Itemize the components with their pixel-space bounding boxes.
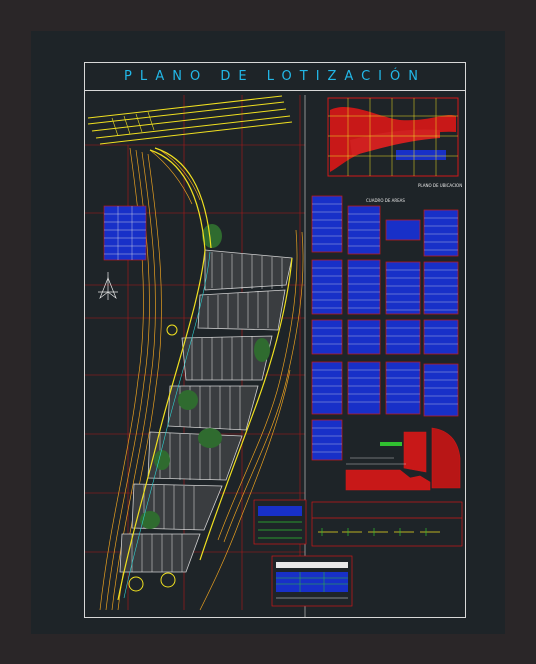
north-arrow-icon <box>98 272 118 300</box>
road-sections <box>345 427 461 491</box>
lots-table-left <box>103 205 147 261</box>
areas-table-label: CUADRO DE AREAS <box>366 198 405 203</box>
cross-sections <box>311 501 463 547</box>
detail-lines <box>346 442 406 465</box>
cad-drawing: PLANO DE UBICACION CUADRO DE AREAS <box>85 95 463 617</box>
legend-table <box>253 499 307 545</box>
location-plan: PLANO DE UBICACION <box>327 97 462 188</box>
location-plan-label: PLANO DE UBICACION <box>418 183 462 188</box>
highway <box>87 95 293 145</box>
summary-table <box>271 555 353 607</box>
